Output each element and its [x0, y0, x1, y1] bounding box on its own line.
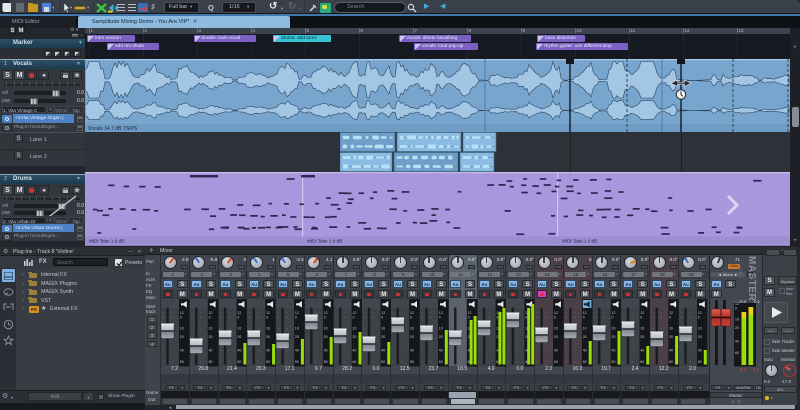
svg-text:MIDI Take 1 0 dB: MIDI Take 1 0 dB — [562, 239, 597, 244]
svg-text:MIDI Take 1 0 dB: MIDI Take 1 0 dB — [89, 239, 124, 244]
svg-text:MIDI Take 1 0 dB: MIDI Take 1 0 dB — [307, 239, 342, 244]
